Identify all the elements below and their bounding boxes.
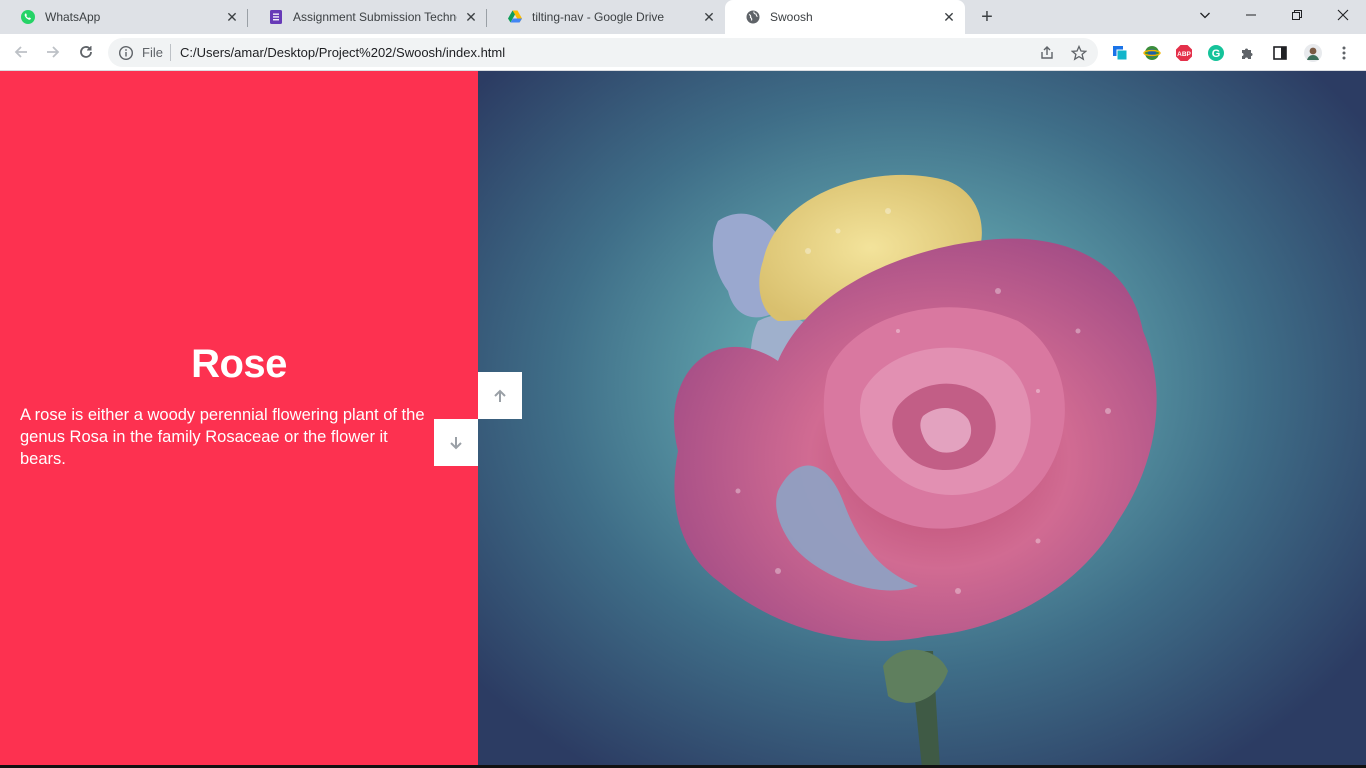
close-icon[interactable]: ✕	[701, 9, 717, 25]
bookmark-star-icon[interactable]	[1070, 44, 1088, 62]
slide-up-button[interactable]	[478, 372, 522, 419]
slide-title: Rose	[191, 342, 287, 386]
google-drive-icon	[508, 10, 522, 23]
slide-down-button[interactable]	[434, 419, 478, 466]
close-icon[interactable]: ✕	[463, 9, 479, 25]
reload-button[interactable]	[74, 40, 98, 64]
svg-text:ABP: ABP	[1177, 51, 1191, 58]
rose-image	[674, 174, 1157, 768]
adblock-plus-icon[interactable]: ABP	[1174, 43, 1194, 63]
text-slide-panel: Rose A rose is either a woody perennial …	[0, 71, 478, 768]
tab-search-button[interactable]	[1183, 0, 1227, 30]
slide-description: A rose is either a woody perennial flowe…	[20, 406, 425, 468]
share-icon[interactable]	[1038, 44, 1056, 62]
tab-whatsapp[interactable]: WhatsApp ✕	[0, 0, 248, 34]
restore-button[interactable]	[1275, 0, 1319, 30]
image-slide-panel	[478, 71, 1366, 768]
tab-title: WhatsApp	[45, 10, 101, 24]
side-panel-icon[interactable]	[1270, 43, 1290, 63]
divider	[170, 44, 171, 61]
tab-assignment[interactable]: Assignment Submission Technetic ✕	[248, 0, 487, 34]
close-icon[interactable]: ✕	[224, 9, 240, 25]
arrow-down-icon	[450, 436, 462, 449]
globe-extension-icon[interactable]	[1142, 43, 1162, 63]
minimize-icon	[1246, 14, 1256, 16]
tab-title: Swoosh	[770, 10, 813, 24]
screen-capture-extension-icon[interactable]	[1110, 43, 1130, 63]
browser-toolbar: File C:/Users/amar/Desktop/Project%202/S…	[0, 34, 1366, 71]
tab-title: tilting-nav - Google Drive	[532, 10, 665, 24]
tab-swoosh[interactable]: Swoosh ✕	[725, 0, 965, 34]
restore-icon	[1292, 10, 1302, 20]
address-bar[interactable]: File C:/Users/amar/Desktop/Project%202/S…	[108, 38, 1098, 67]
globe-icon	[746, 10, 760, 24]
menu-kebab-icon[interactable]	[1334, 43, 1354, 63]
extensions-puzzle-icon[interactable]	[1238, 43, 1258, 63]
profile-avatar[interactable]	[1303, 43, 1323, 63]
google-forms-icon	[270, 10, 282, 24]
whatsapp-icon	[21, 10, 35, 24]
grammarly-icon[interactable]: G	[1206, 43, 1226, 63]
page-viewport: Rose A rose is either a woody perennial …	[0, 71, 1366, 768]
back-button[interactable]	[9, 40, 33, 64]
scheme-label: File	[142, 45, 163, 60]
tab-strip: WhatsApp ✕ Assignment Submission Technet…	[0, 0, 1366, 34]
close-icon	[1337, 9, 1349, 21]
new-tab-button[interactable]: +	[976, 7, 998, 29]
close-window-button[interactable]	[1321, 0, 1365, 30]
chevron-down-icon	[1200, 12, 1210, 19]
tab-title: Assignment Submission Technetic	[293, 10, 457, 24]
arrow-up-icon	[494, 389, 506, 402]
info-icon[interactable]	[118, 45, 134, 61]
minimize-button[interactable]	[1229, 0, 1273, 30]
tab-google-drive[interactable]: tilting-nav - Google Drive ✕	[487, 0, 725, 34]
forward-button[interactable]	[41, 40, 65, 64]
reload-icon	[80, 46, 92, 58]
url-text[interactable]: C:/Users/amar/Desktop/Project%202/Swoosh…	[180, 45, 505, 60]
svg-text:G: G	[1212, 48, 1221, 60]
close-icon[interactable]: ✕	[941, 9, 957, 25]
arrow-right-icon	[47, 46, 60, 58]
arrow-left-icon	[14, 46, 27, 58]
